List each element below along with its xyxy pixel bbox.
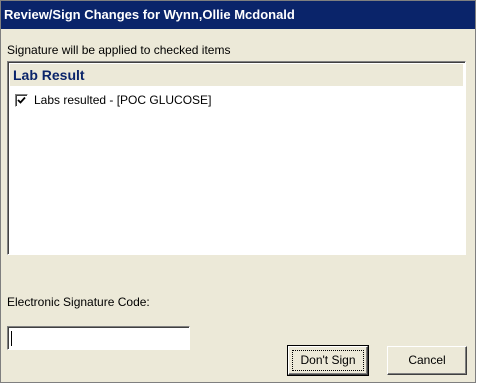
item-label: Labs resulted - [POC GLUCOSE] — [34, 93, 212, 107]
item-checkbox[interactable] — [15, 93, 28, 107]
signature-code-label: Electronic Signature Code: — [7, 295, 150, 309]
dont-sign-button[interactable]: Don't Sign — [287, 345, 369, 376]
checked-items-list[interactable]: Lab Result Labs resulted - [POC GLUCOSE] — [7, 61, 466, 255]
cancel-button[interactable]: Cancel — [387, 346, 467, 375]
signature-code-input[interactable] — [7, 326, 190, 350]
group-header-lab-result: Lab Result — [10, 64, 463, 86]
review-sign-dialog: Review/Sign Changes for Wynn,Ollie Mcdon… — [0, 0, 476, 383]
checkmark-icon — [17, 96, 26, 104]
dialog-title-bar[interactable]: Review/Sign Changes for Wynn,Ollie Mcdon… — [1, 1, 475, 29]
list-item[interactable]: Labs resulted - [POC GLUCOSE] — [15, 92, 211, 108]
text-caret — [11, 331, 12, 346]
cancel-label: Cancel — [408, 353, 446, 367]
focus-rectangle — [292, 350, 364, 371]
instructions-text: Signature will be applied to checked ite… — [7, 43, 231, 57]
